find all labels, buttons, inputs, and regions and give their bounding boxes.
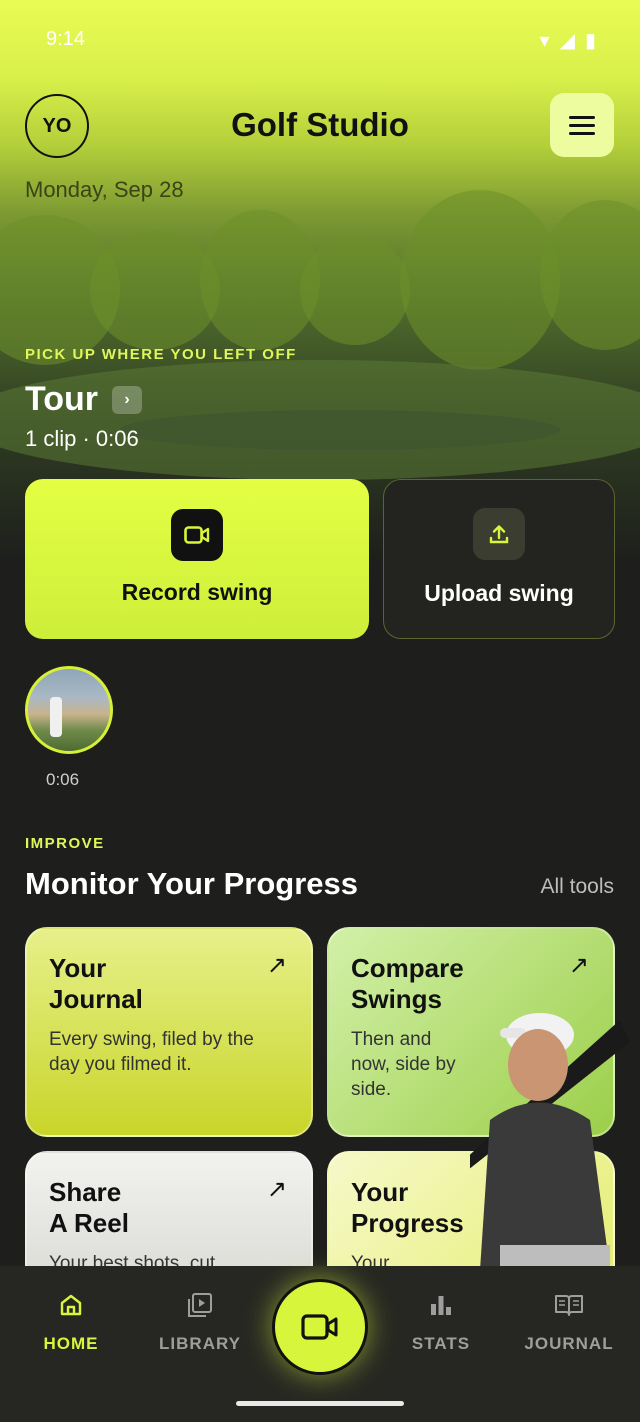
resume-title: Tour <box>25 380 99 418</box>
bar-chart-icon <box>391 1290 491 1320</box>
card-description: Then and now, side by side. <box>351 1029 456 1100</box>
record-swing-label: Record swing <box>121 579 273 605</box>
resume-session[interactable]: Tour › <box>25 380 143 419</box>
library-icon <box>150 1290 250 1320</box>
recent-clip-duration: 0:06 <box>46 770 80 789</box>
all-tools-link[interactable]: All tools <box>540 875 614 899</box>
card-title: Your Progress <box>351 1177 464 1238</box>
nav-stats-label: STATS <box>411 1334 471 1353</box>
wifi-icon: ▾ <box>539 30 550 52</box>
status-icons: ▾ ◢ ▮ <box>540 28 596 53</box>
card-title: Share A Reel <box>49 1177 129 1238</box>
upload-icon <box>473 508 525 560</box>
status-time: 9:14 <box>46 28 85 50</box>
card-title: Compare Swings <box>351 953 464 1014</box>
arrow-up-right-icon: ↗ <box>266 1176 287 1203</box>
chevron-right-icon: › <box>112 385 143 414</box>
nav-library-label: LIBRARY <box>159 1334 241 1353</box>
signal-icon: ◢ <box>559 30 575 52</box>
app-title: Golf Studio <box>231 106 409 143</box>
recent-clip-thumbnail[interactable] <box>25 666 113 754</box>
nav-library[interactable]: LIBRARY <box>150 1290 250 1354</box>
nav-journal[interactable]: JOURNAL <box>519 1290 619 1354</box>
upload-swing-button[interactable]: Upload swing <box>383 479 615 639</box>
hero-background <box>0 0 640 560</box>
current-date: Monday, Sep 28 <box>25 177 184 202</box>
video-camera-icon <box>301 1314 338 1340</box>
menu-button[interactable] <box>550 93 614 157</box>
nav-stats[interactable]: STATS <box>391 1290 491 1354</box>
nav-home-label: HOME <box>43 1334 99 1353</box>
section-title: Monitor Your Progress <box>25 866 359 901</box>
arrow-up-right-icon: ↗ <box>568 952 589 979</box>
arrow-up-right-icon: ↗ <box>266 952 287 979</box>
hamburger-icon <box>569 115 595 119</box>
improve-kicker: IMPROVE <box>25 835 105 852</box>
record-fab-button[interactable] <box>272 1279 368 1375</box>
resume-info: 1 clip · 0:06 <box>25 426 139 451</box>
video-camera-icon <box>171 509 223 561</box>
resume-kicker: PICK UP WHERE YOU LEFT OFF <box>25 346 297 363</box>
card-description: Every swing, filed by the day you filmed… <box>49 1029 254 1075</box>
home-icon <box>21 1290 121 1320</box>
gesture-bar[interactable] <box>236 1401 404 1406</box>
nav-home[interactable]: HOME <box>21 1290 121 1354</box>
nav-journal-label: JOURNAL <box>524 1334 614 1353</box>
upload-swing-label: Upload swing <box>424 580 574 606</box>
golfer-illustration <box>470 1013 630 1270</box>
journal-card[interactable]: Your Journal Every swing, filed by the d… <box>25 927 313 1137</box>
book-icon <box>519 1290 619 1320</box>
card-title: Your Journal <box>49 953 143 1014</box>
battery-icon: ▮ <box>584 30 596 52</box>
record-swing-button[interactable]: Record swing <box>25 479 369 639</box>
